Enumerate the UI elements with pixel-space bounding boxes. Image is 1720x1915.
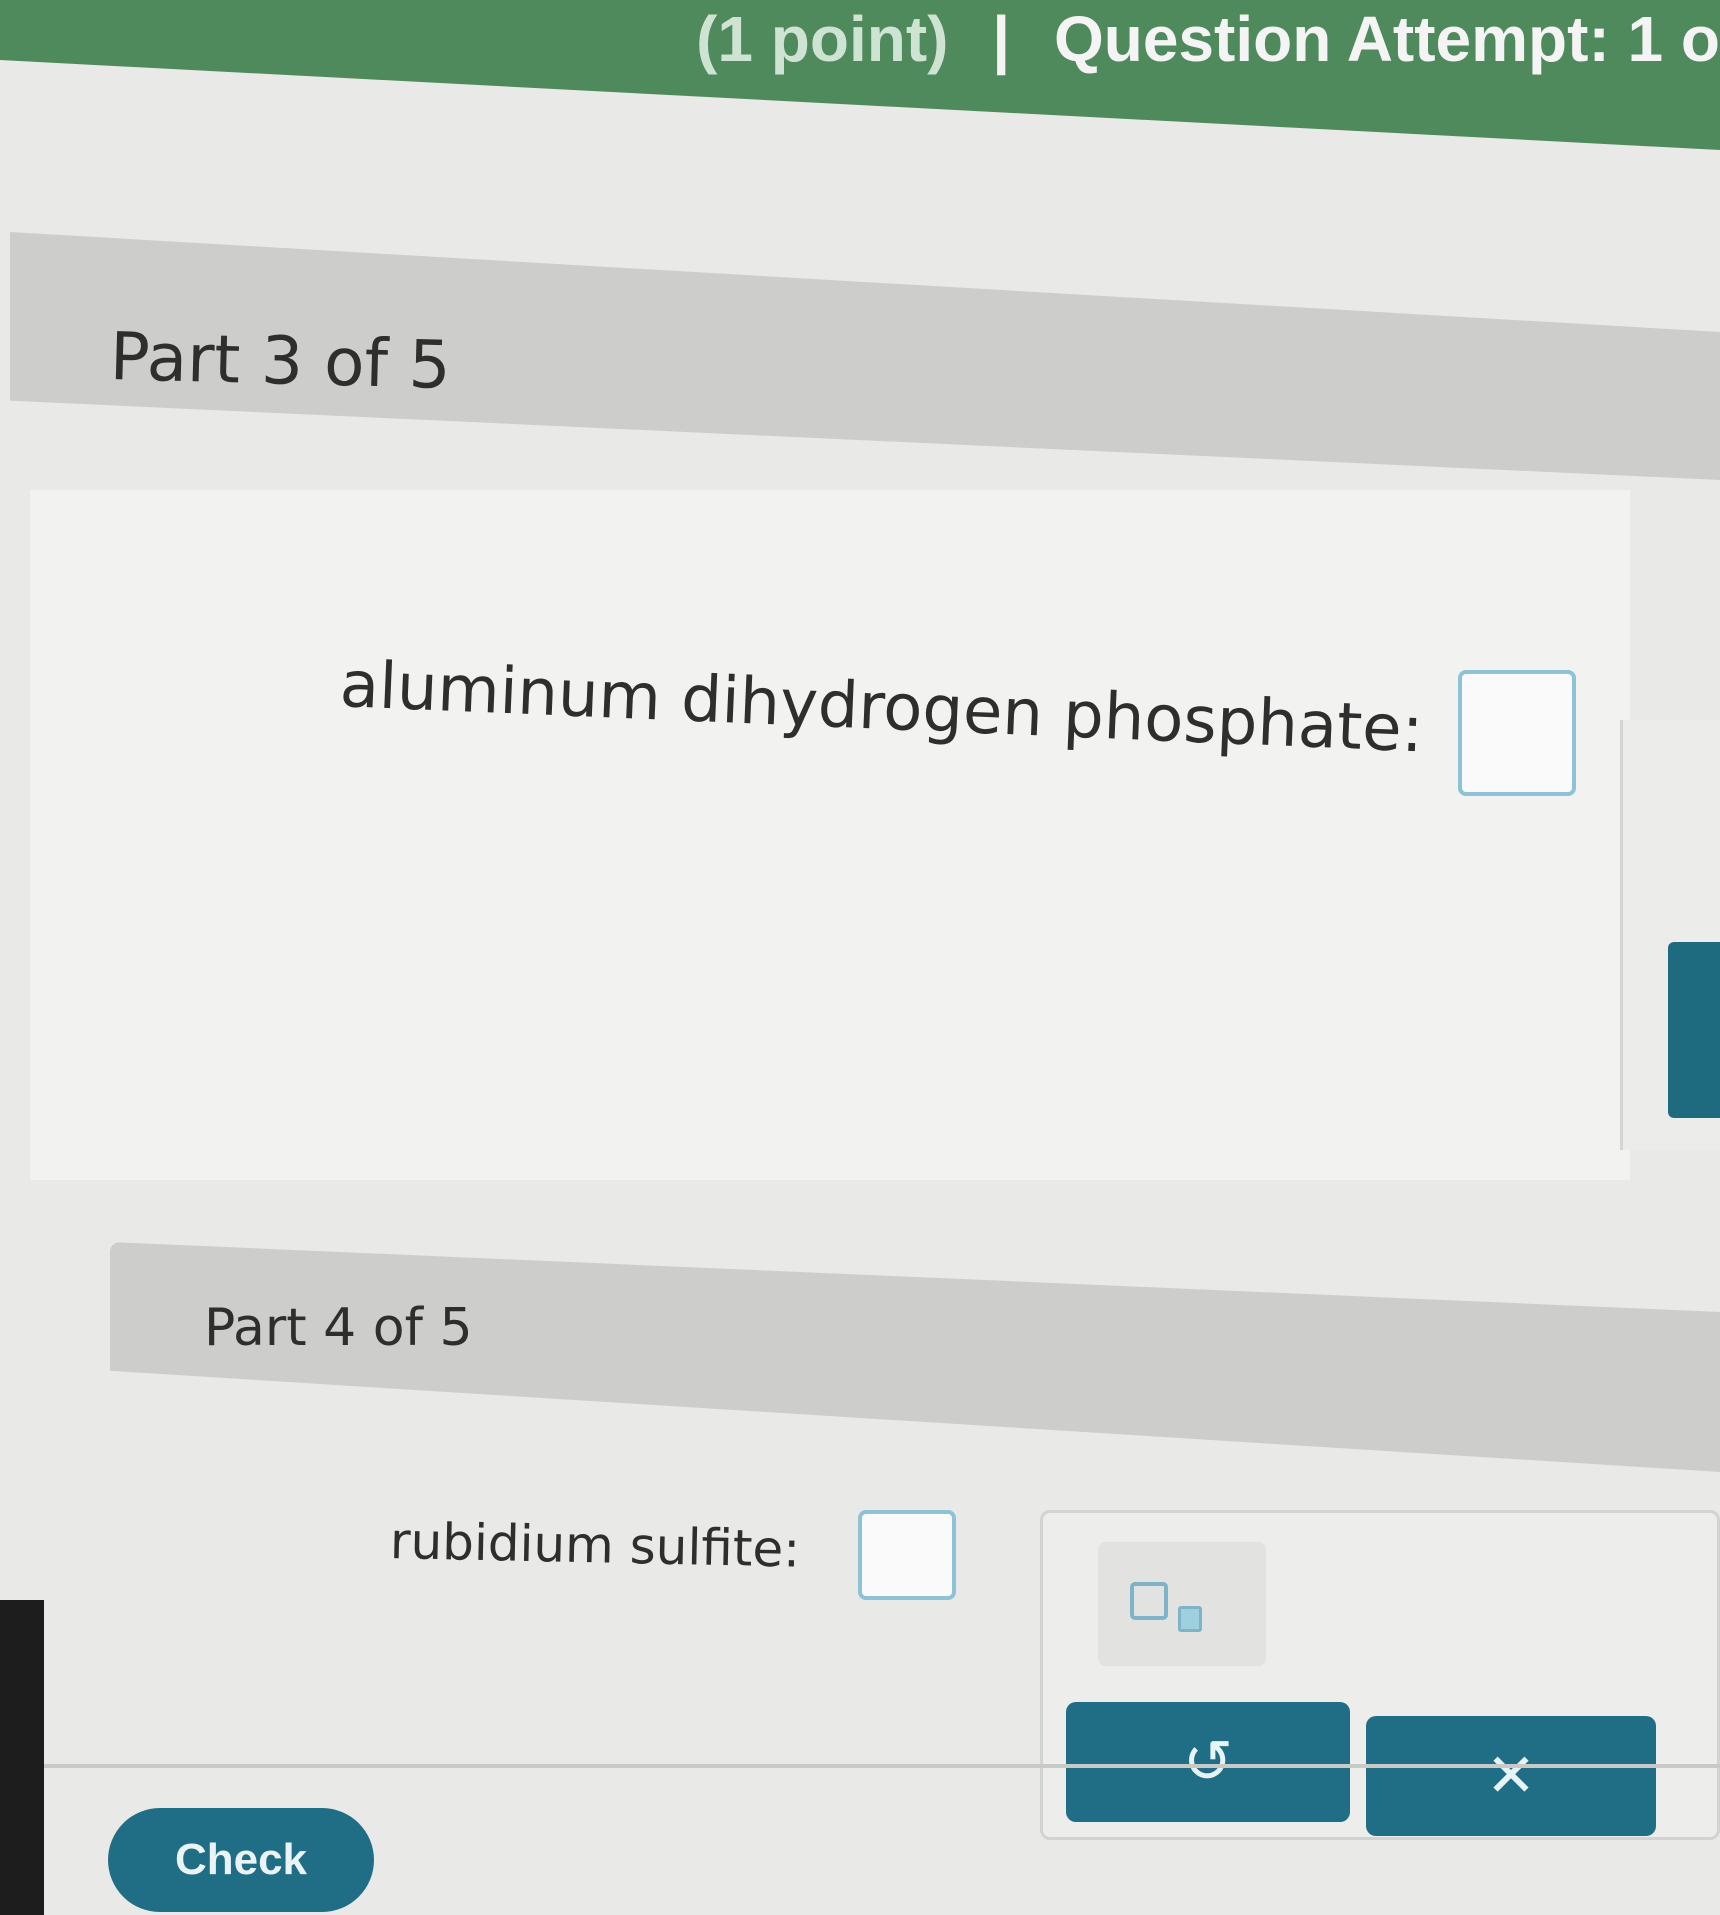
undo-icon: ↺ <box>1182 1727 1234 1797</box>
screen-bezel <box>0 1600 44 1915</box>
points-text: (1 point) <box>696 3 949 75</box>
question-header-bar: (1 point) | Question Attempt: 1 o <box>0 0 1720 150</box>
close-icon: ✕ <box>1485 1741 1537 1811</box>
subscript-small-icon <box>1178 1606 1202 1632</box>
subscript-tool-button[interactable] <box>1098 1542 1266 1666</box>
subscript-base-icon <box>1130 1582 1168 1620</box>
aluminum-dihydrogen-phosphate-input[interactable] <box>1458 670 1576 796</box>
check-button[interactable]: Check <box>108 1808 374 1912</box>
header-text: (1 point) | Question Attempt: 1 o <box>696 2 1720 76</box>
question-attempt-text: Question Attempt: 1 o <box>1053 3 1720 75</box>
rubidium-sulfite-label: rubidium sulfite: <box>389 1512 801 1579</box>
divider <box>40 1764 1720 1768</box>
rubidium-sulfite-input[interactable] <box>858 1510 956 1600</box>
header-separator: | <box>992 3 1011 75</box>
part4-title: Part 4 of 5 <box>204 1298 473 1358</box>
side-panel-button[interactable] <box>1668 942 1720 1118</box>
undo-button[interactable]: ↺ <box>1066 1702 1350 1822</box>
part3-title: Part 3 of 5 <box>108 318 452 404</box>
part3-body <box>30 490 1630 1180</box>
clear-button[interactable]: ✕ <box>1366 1716 1656 1836</box>
